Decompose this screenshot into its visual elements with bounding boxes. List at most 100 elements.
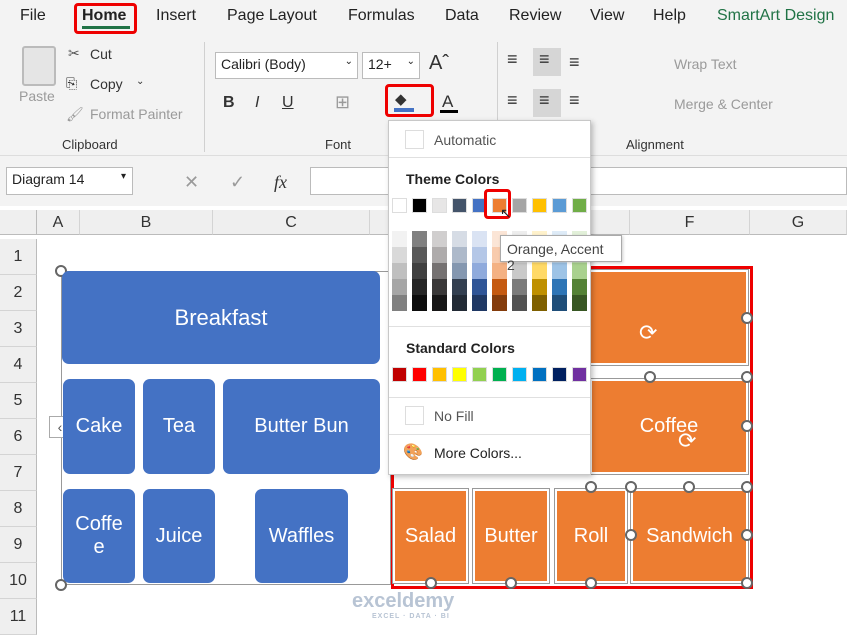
font-name-select[interactable]: Calibri (Body) ⌄ — [215, 52, 358, 79]
smartart-sandwich[interactable]: Sandwich — [630, 488, 749, 584]
menu-insert[interactable]: Insert — [156, 7, 196, 25]
theme-color-swatch[interactable] — [452, 198, 467, 213]
theme-shade-swatch[interactable] — [472, 231, 487, 247]
theme-shade-swatch[interactable] — [472, 295, 487, 311]
standard-color-swatch[interactable] — [512, 367, 527, 382]
row-header-4[interactable]: 4 — [0, 347, 37, 383]
paste-icon[interactable] — [22, 46, 56, 86]
insert-function-button[interactable]: fx — [274, 172, 287, 193]
row-header-7[interactable]: 7 — [0, 455, 37, 491]
resize-handle[interactable] — [585, 577, 597, 589]
copy-chevron-icon[interactable]: ⌄ — [136, 76, 144, 87]
theme-shade-swatch[interactable] — [392, 263, 407, 279]
menu-formulas[interactable]: Formulas — [348, 7, 415, 25]
font-size-select[interactable]: 12+ ⌄ — [362, 52, 420, 79]
theme-shade-swatch[interactable] — [572, 263, 587, 279]
resize-handle[interactable] — [425, 577, 437, 589]
smartart-item-partial[interactable]: h — [574, 269, 749, 366]
row-header-11[interactable]: 11 — [0, 599, 37, 635]
theme-color-swatch[interactable] — [572, 198, 587, 213]
theme-shade-swatch[interactable] — [452, 263, 467, 279]
row-header-2[interactable]: 2 — [0, 275, 37, 311]
standard-color-swatch[interactable] — [492, 367, 507, 382]
row-header-5[interactable]: 5 — [0, 383, 37, 419]
theme-shade-swatch[interactable] — [452, 279, 467, 295]
theme-shade-swatch[interactable] — [472, 247, 487, 263]
resize-handle[interactable] — [741, 481, 753, 493]
theme-shade-swatch[interactable] — [532, 295, 547, 311]
smartart-salad[interactable]: Salad — [392, 488, 469, 584]
row-header-10[interactable]: 10 — [0, 563, 37, 599]
theme-shade-swatch[interactable] — [472, 279, 487, 295]
theme-shade-swatch[interactable] — [432, 279, 447, 295]
borders-icon[interactable]: ⊞ — [335, 92, 350, 113]
standard-color-swatch[interactable] — [392, 367, 407, 382]
menu-page-layout[interactable]: Page Layout — [227, 7, 317, 25]
menu-file[interactable]: File — [20, 7, 46, 25]
row-header-3[interactable]: 3 — [0, 311, 37, 347]
smartart-tea[interactable]: Tea — [143, 379, 215, 474]
theme-shade-swatch[interactable] — [392, 231, 407, 247]
underline-button[interactable]: U — [282, 94, 294, 112]
theme-shade-swatch[interactable] — [532, 263, 547, 279]
smartart-waffles[interactable]: Waffles — [255, 489, 348, 583]
row-header-1[interactable]: 1 — [0, 239, 37, 275]
smartart-cake[interactable]: Cake — [63, 379, 135, 474]
smartart-juice[interactable]: Juice — [143, 489, 215, 583]
column-header-a[interactable]: A — [37, 210, 80, 235]
menu-review[interactable]: Review — [509, 7, 561, 25]
column-header-f[interactable]: F — [630, 210, 750, 235]
bottom-align-icon[interactable]: ≡ — [569, 52, 580, 73]
left-align-icon[interactable]: ≡ — [507, 90, 518, 111]
italic-button[interactable]: I — [255, 94, 259, 112]
theme-shade-swatch[interactable] — [572, 279, 587, 295]
resize-handle[interactable] — [625, 481, 637, 493]
theme-shade-swatch[interactable] — [572, 295, 587, 311]
theme-shade-swatch[interactable] — [412, 279, 427, 295]
theme-color-swatch[interactable] — [392, 198, 407, 213]
name-box[interactable]: Diagram 14 ▾ — [6, 167, 133, 195]
font-color-icon[interactable]: A — [442, 92, 453, 112]
theme-shade-swatch[interactable] — [472, 263, 487, 279]
theme-shade-swatch[interactable] — [392, 247, 407, 263]
smartart-coffee-right[interactable]: Coffee — [589, 378, 749, 475]
resize-handle[interactable] — [644, 371, 656, 383]
standard-color-swatch[interactable] — [552, 367, 567, 382]
select-all-button[interactable] — [0, 210, 37, 235]
column-header-g[interactable]: G — [750, 210, 847, 235]
theme-shade-swatch[interactable] — [552, 295, 567, 311]
theme-shade-swatch[interactable] — [432, 295, 447, 311]
theme-shade-swatch[interactable] — [412, 247, 427, 263]
theme-color-swatch[interactable] — [432, 198, 447, 213]
theme-shade-swatch[interactable] — [452, 231, 467, 247]
rotate-handle-icon[interactable]: ⟳ — [639, 320, 657, 346]
theme-shade-swatch[interactable] — [412, 263, 427, 279]
resize-handle[interactable] — [505, 577, 517, 589]
rotate-handle-icon[interactable]: ⟳ — [678, 428, 696, 454]
row-header-8[interactable]: 8 — [0, 491, 37, 527]
resize-handle[interactable] — [741, 312, 753, 324]
theme-shade-swatch[interactable] — [492, 279, 507, 295]
resize-handle[interactable] — [625, 529, 637, 541]
menu-view[interactable]: View — [590, 7, 624, 25]
smartart-coffee[interactable]: Coffe e — [63, 489, 135, 583]
theme-color-swatch[interactable] — [552, 198, 567, 213]
paste-button[interactable]: Paste — [19, 88, 55, 104]
standard-color-swatch[interactable] — [572, 367, 587, 382]
theme-shade-swatch[interactable] — [392, 295, 407, 311]
standard-color-swatch[interactable] — [532, 367, 547, 382]
theme-color-swatch[interactable] — [532, 198, 547, 213]
theme-shade-swatch[interactable] — [452, 295, 467, 311]
resize-handle[interactable] — [683, 481, 695, 493]
menu-smartart-design[interactable]: SmartArt Design — [717, 7, 834, 25]
theme-shade-swatch[interactable] — [552, 279, 567, 295]
smartart-butter[interactable]: Butter — [472, 488, 550, 584]
format-painter-button[interactable]: Format Painter — [90, 106, 183, 122]
enter-icon[interactable]: ✓ — [230, 172, 245, 193]
bold-button[interactable]: B — [223, 94, 235, 112]
theme-shade-swatch[interactable] — [432, 263, 447, 279]
theme-shade-swatch[interactable] — [432, 247, 447, 263]
standard-color-swatch[interactable] — [452, 367, 467, 382]
column-header-b[interactable]: B — [80, 210, 213, 235]
cut-button[interactable]: Cut — [90, 46, 112, 62]
